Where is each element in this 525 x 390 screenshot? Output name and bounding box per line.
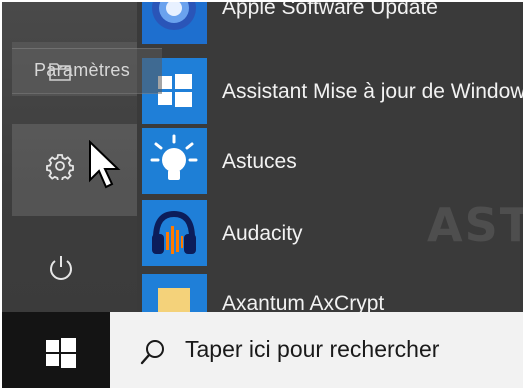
- power-icon: [50, 256, 72, 280]
- app-list[interactable]: Apple Software Update Assistant Mise à j…: [137, 2, 523, 340]
- app-label: Assistant Mise à jour de Windows: [222, 80, 523, 103]
- app-item-astuces[interactable]: Astuces: [137, 128, 523, 194]
- search-icon: [140, 340, 164, 365]
- app-label: Apple Software Update: [222, 2, 438, 19]
- mouse-pointer-icon: [89, 140, 121, 189]
- search-box[interactable]: Taper ici pour rechercher: [110, 312, 523, 388]
- taskbar: Taper ici pour rechercher: [2, 312, 523, 388]
- power-button[interactable]: [12, 234, 137, 304]
- start-button[interactable]: [2, 312, 110, 388]
- folder-icon: [49, 63, 71, 81]
- app-item-assistant-mise-a-jour[interactable]: Assistant Mise à jour de Windows: [137, 58, 523, 124]
- gear-icon: [46, 154, 74, 180]
- search-placeholder: Taper ici pour rechercher: [185, 336, 440, 362]
- app-tile: [142, 200, 207, 266]
- app-tile: [142, 128, 207, 194]
- apple-software-update-icon: [152, 2, 196, 30]
- windows-icon: [46, 338, 76, 368]
- audacity-headphones-icon: [152, 210, 196, 254]
- start-menu-window: Apple Software Update Assistant Mise à j…: [2, 2, 523, 388]
- app-item-apple-software-update[interactable]: Apple Software Update: [137, 2, 523, 44]
- watermark-text: ASTUCES: [427, 198, 523, 252]
- app-label: Astuces: [222, 150, 297, 173]
- lightbulb-icon: [150, 134, 198, 180]
- app-label: Audacity: [222, 222, 303, 245]
- app-tile: [142, 2, 207, 44]
